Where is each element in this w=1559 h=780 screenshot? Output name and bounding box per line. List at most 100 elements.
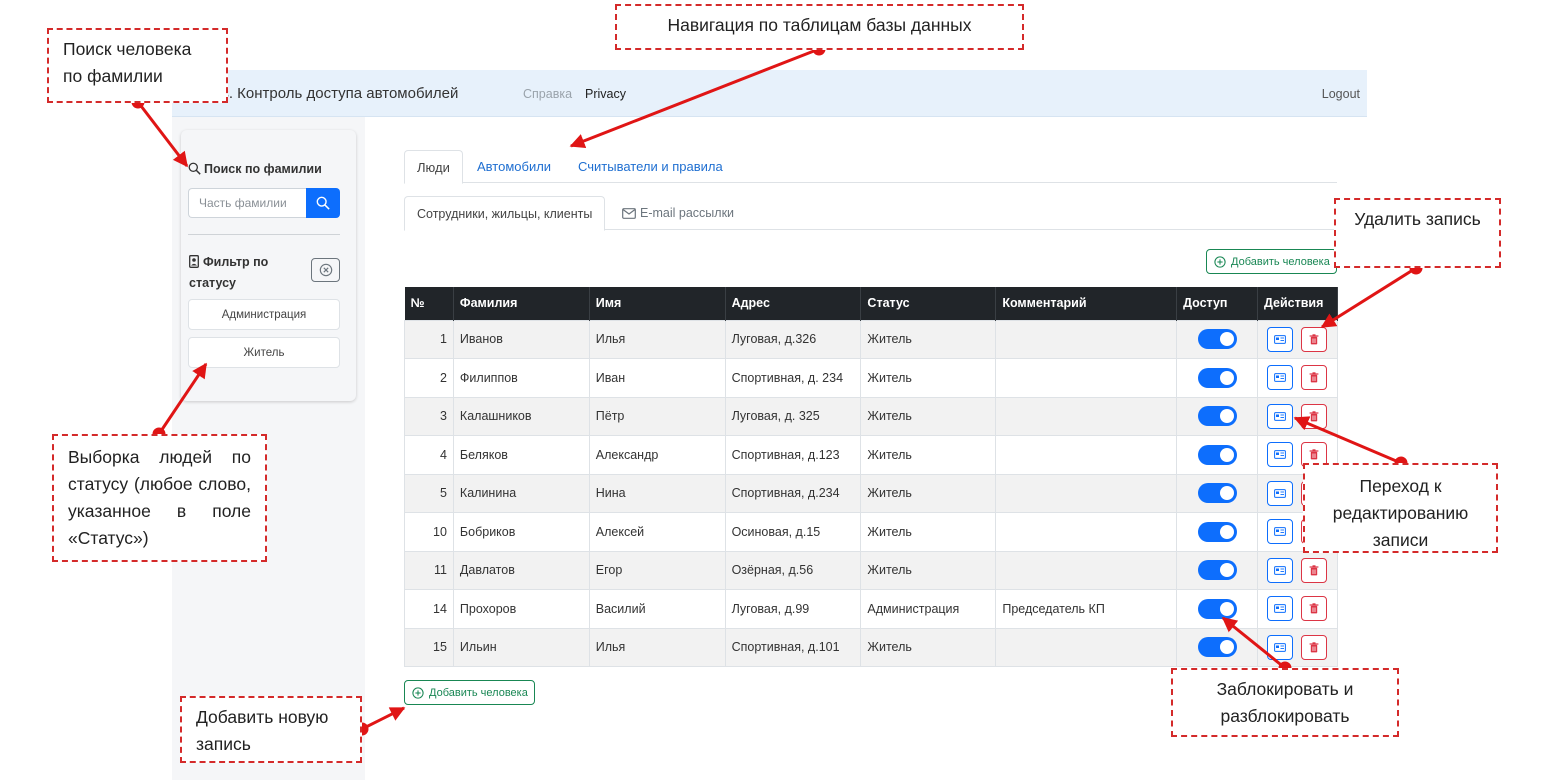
nav-link-help[interactable]: Справка [523,87,572,101]
cell-comment [995,627,1178,667]
cell-name: Василий [589,589,726,628]
delete-button[interactable] [1301,557,1328,583]
delete-button[interactable] [1301,596,1328,622]
access-toggle[interactable] [1197,329,1237,350]
tab-people[interactable]: Люди [404,150,463,184]
access-toggle[interactable] [1197,444,1237,465]
delete-button[interactable] [1301,634,1328,660]
cell-address: Луговая, д.326 [725,319,862,359]
cell-actions [1257,396,1339,436]
cell-status: Житель [860,358,997,397]
cell-comment [995,473,1178,513]
trash-icon [1310,642,1319,653]
trash-icon [1310,603,1319,614]
filter-title: Фильтр по статусу [189,253,289,293]
edit-button[interactable] [1267,596,1294,622]
cell-name: Егор [589,550,726,590]
table-row: 10 Бобриков Алексей Осиновая, д.15 Житель [404,512,1339,551]
edit-button[interactable] [1267,480,1294,506]
callout-edit: Переход к редактированию записи [1303,463,1498,553]
cell-status: Житель [860,435,997,474]
edit-button[interactable] [1267,634,1294,660]
cell-number: 11 [404,550,454,590]
col-header-comment: Комментарий [995,287,1178,320]
access-toggle[interactable] [1197,598,1237,619]
cell-status: Житель [860,319,997,359]
cell-status: Житель [860,512,997,551]
nav-link-privacy[interactable]: Privacy [585,87,626,101]
surname-search-input[interactable] [188,188,306,218]
access-toggle[interactable] [1197,406,1237,427]
add-person-label: Добавить человека [1231,255,1330,268]
tab-cars[interactable]: Автомобили [465,150,563,183]
callout-filter: Выборка людей по статусу (любое слово, у… [52,434,267,562]
edit-button[interactable] [1267,519,1294,545]
col-header-surname: Фамилия [453,287,590,320]
cell-address: Спортивная, д.123 [725,435,862,474]
subtab-email[interactable]: E-mail рассылки [610,196,746,230]
cell-access [1176,627,1258,667]
subtab-staff[interactable]: Сотрудники, жильцы, клиенты [404,196,606,231]
cell-surname: Беляков [453,435,590,474]
cell-comment [995,396,1178,436]
app-brand[interactable]: cess. Контроль доступа автомобилей [198,85,458,102]
badge-icon [189,255,199,274]
callout-search: Поиск человека по фамилии [47,28,228,103]
cell-name: Иван [589,358,726,397]
cell-comment [995,358,1178,397]
delete-button[interactable] [1301,326,1328,352]
table-row: 3 Калашников Пётр Луговая, д. 325 Житель [404,396,1339,436]
cell-actions [1257,319,1339,359]
subtab-email-label: E-mail рассылки [640,206,735,220]
edit-button[interactable] [1267,403,1294,429]
cell-access [1176,396,1258,436]
access-toggle[interactable] [1197,637,1237,658]
access-toggle[interactable] [1197,367,1237,388]
status-filter-administration[interactable]: Администрация [188,299,340,330]
cell-address: Спортивная, д.101 [725,627,862,667]
card-icon [1274,527,1287,537]
clear-filter-button[interactable] [311,258,340,282]
table-row: 14 Прохоров Василий Луговая, д.99 Администра… [404,589,1339,628]
cell-access [1176,358,1258,397]
card-icon [1274,450,1287,460]
trash-icon [1310,449,1319,460]
cell-access [1176,319,1258,359]
delete-button[interactable] [1301,403,1328,429]
delete-button[interactable] [1301,365,1328,391]
cell-access [1176,473,1258,513]
cell-name: Пётр [589,396,726,436]
access-toggle[interactable] [1197,521,1237,542]
trash-icon [1310,372,1319,383]
access-toggle[interactable] [1197,560,1237,581]
edit-button[interactable] [1267,557,1294,583]
edit-button[interactable] [1267,365,1294,391]
edit-button[interactable] [1267,326,1294,352]
tab-readers-rules[interactable]: Считыватели и правила [566,150,735,183]
search-icon [316,196,330,210]
col-header-access: Доступ [1176,287,1258,320]
cell-surname: Калашников [453,396,590,436]
callout-block: Заблокировать и разблокировать [1171,668,1399,737]
main-tabs: Люди Автомобили Считыватели и правила [404,150,1337,184]
cell-number: 1 [404,319,454,359]
cell-comment: Председатель КП [995,589,1178,628]
cell-name: Нина [589,473,726,513]
access-toggle[interactable] [1197,483,1237,504]
status-filter-resident[interactable]: Житель [188,337,340,368]
filter-title-text: Фильтр по статусу [189,255,269,290]
cell-name: Александр [589,435,726,474]
sidebar-divider [188,234,340,235]
logout-link[interactable]: Logout [1322,87,1360,101]
search-button[interactable] [306,188,340,218]
cell-actions [1257,358,1339,397]
cell-status: Житель [860,627,997,667]
add-person-button-top[interactable]: Добавить человека [1206,249,1337,274]
top-navbar: cess. Контроль доступа автомобилей Справ… [172,70,1367,117]
col-header-address: Адрес [725,287,862,320]
edit-button[interactable] [1267,442,1294,468]
cell-number: 4 [404,435,454,474]
cell-access [1176,512,1258,551]
add-person-button-bottom[interactable]: Добавить человека [404,680,535,705]
cell-access [1176,435,1258,474]
